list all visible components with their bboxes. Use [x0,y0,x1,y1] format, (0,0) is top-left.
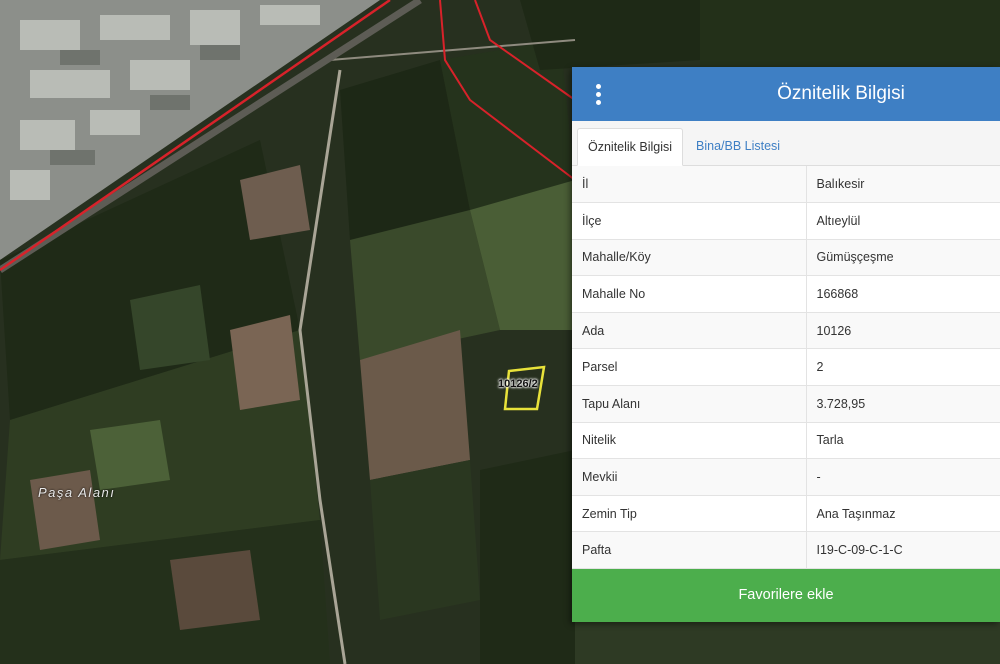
table-row: Ada 10126 [572,312,1000,350]
tab-building-list[interactable]: Bina/BB Listesi [686,128,790,165]
attr-value: Balıkesir [806,166,1000,204]
attr-key: Nitelik [572,422,807,460]
attr-value: 10126 [806,312,1000,350]
attr-key: Parsel [572,348,807,387]
table-row: İlçe Altıeylül [572,202,1000,240]
panel-title: Öznitelik Bilgisi [777,83,905,104]
table-row: Nitelik Tarla [572,422,1000,460]
attr-key: Pafta [572,531,807,570]
attr-key: Zemin Tip [572,495,807,533]
attr-key: İlçe [572,202,807,240]
attr-key: İl [572,166,807,204]
table-row: İl Balıkesir [572,166,1000,204]
attr-value: 166868 [806,275,1000,313]
table-row: Mahalle No 166868 [572,275,1000,313]
attr-key: Mahalle No [572,275,807,313]
table-row: Pafta I19-C-09-C-1-C [572,531,1000,570]
attr-value: Tarla [806,422,1000,460]
attr-key: Mahalle/Köy [572,239,807,277]
attr-key: Ada [572,312,807,350]
attr-value: 2 [806,348,1000,387]
attr-value: Ana Taşınmaz [806,495,1000,533]
attr-key: Tapu Alanı [572,385,807,423]
attribute-panel: Öznitelik Bilgisi Öznitelik Bilgisi Bina… [572,67,1000,622]
panel-header: Öznitelik Bilgisi [572,67,1000,121]
attr-value: Gümüşçeşme [806,239,1000,277]
table-row: Tapu Alanı 3.728,95 [572,385,1000,423]
add-to-favorites-button[interactable]: Favorilere ekle [572,569,1000,622]
attr-value: Altıeylül [806,202,1000,240]
attr-value: - [806,458,1000,496]
table-row: Zemin Tip Ana Taşınmaz [572,495,1000,533]
parcel-label[interactable]: 10126/2 [498,378,538,390]
table-row: Parsel 2 [572,348,1000,387]
table-row: Mahalle/Köy Gümüşçeşme [572,239,1000,277]
attr-value: 3.728,95 [806,385,1000,423]
attr-value: I19-C-09-C-1-C [806,531,1000,570]
tab-bar: Öznitelik Bilgisi Bina/BB Listesi [572,121,1000,166]
attribute-table: İl Balıkesir İlçe Altıeylül Mahalle/Köy … [572,166,1000,570]
tab-attribute-info[interactable]: Öznitelik Bilgisi [577,128,684,166]
attr-key: Mevkii [572,458,807,496]
place-label: Paşa Alanı [38,485,116,500]
table-row: Mevkii - [572,458,1000,496]
